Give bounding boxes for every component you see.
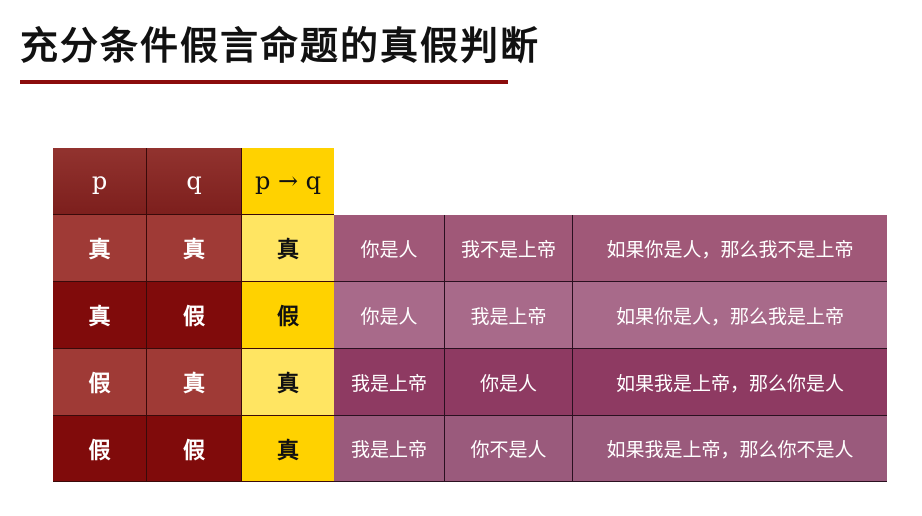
header-q: q — [147, 148, 242, 215]
row3-p: 假 — [53, 349, 147, 416]
row1-example-statement: 如果你是人，那么我不是上帝 — [573, 215, 887, 282]
row2-pq: 假 — [242, 282, 334, 349]
row3-q: 真 — [147, 349, 242, 416]
row3-example-statement: 如果我是上帝，那么你是人 — [573, 349, 887, 416]
row4-example-q: 你不是人 — [445, 416, 573, 482]
row4-example-p: 我是上帝 — [334, 416, 445, 482]
row3-example-p: 我是上帝 — [334, 349, 445, 416]
row1-example-q: 我不是上帝 — [445, 215, 573, 282]
row2-q: 假 — [147, 282, 242, 349]
row2-p: 真 — [53, 282, 147, 349]
slide-title: 充分条件假言命题的真假判断 — [20, 24, 541, 68]
header-p-implies-q: p → q — [242, 148, 334, 215]
row4-p: 假 — [53, 416, 147, 482]
row2-example-q: 我是上帝 — [445, 282, 573, 349]
row4-example-statement: 如果我是上帝，那么你不是人 — [573, 416, 887, 482]
row2-example-statement: 如果你是人，那么我是上帝 — [573, 282, 887, 349]
row3-pq: 真 — [242, 349, 334, 416]
row1-pq: 真 — [242, 215, 334, 282]
title-underline — [20, 80, 508, 84]
row3-example-q: 你是人 — [445, 349, 573, 416]
row4-q: 假 — [147, 416, 242, 482]
row4-pq: 真 — [242, 416, 334, 482]
row1-example-p: 你是人 — [334, 215, 445, 282]
row2-example-p: 你是人 — [334, 282, 445, 349]
row1-p: 真 — [53, 215, 147, 282]
row1-q: 真 — [147, 215, 242, 282]
header-p: p — [53, 148, 147, 215]
truth-table: p q p → q 真 真 真 你是人 我不是上帝 如果你是人，那么我不是上帝 … — [53, 148, 887, 482]
